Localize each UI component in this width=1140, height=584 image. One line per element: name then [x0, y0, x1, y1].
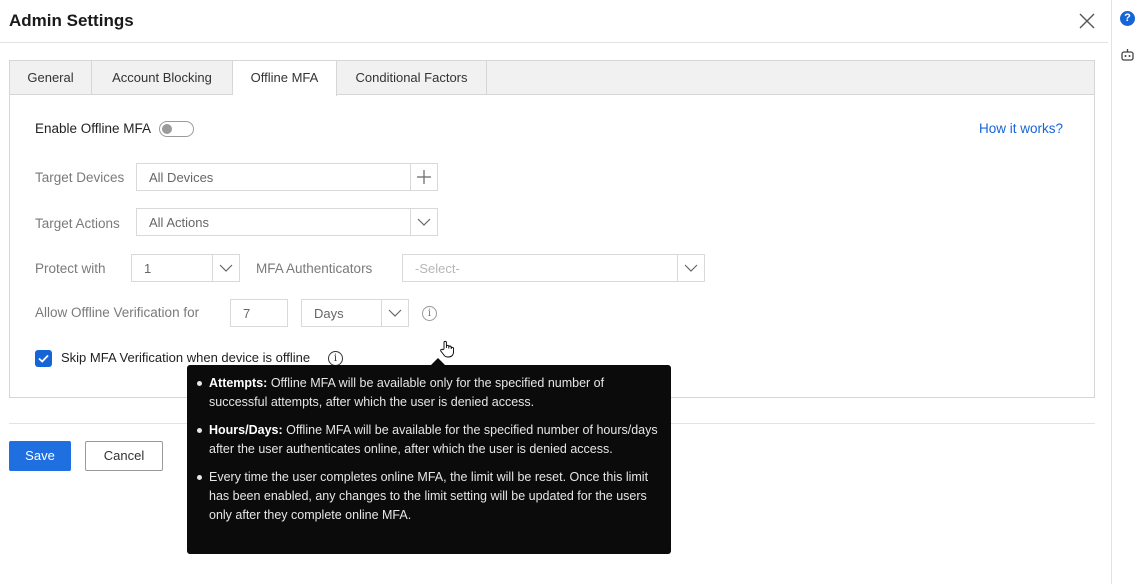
target-actions-select[interactable]: All Actions: [136, 208, 438, 236]
allow-offline-verification-label: Allow Offline Verification for: [35, 305, 200, 320]
target-devices-value: All Devices: [149, 170, 214, 185]
chevron-down-icon: [219, 264, 233, 272]
allow-offline-unit-select[interactable]: Days: [301, 299, 409, 327]
dialog-header: Admin Settings: [0, 0, 1108, 43]
info-icon[interactable]: i: [422, 306, 437, 321]
mfa-authenticators-dropdown-button[interactable]: [677, 255, 704, 281]
mfa-authenticators-select[interactable]: -Select-: [402, 254, 705, 282]
mfa-authenticators-label: MFA Authenticators: [256, 261, 373, 276]
skip-mfa-label: Skip MFA Verification when device is off…: [61, 350, 311, 365]
tooltip-item-attempts: Attempts: Offline MFA will be available …: [197, 374, 659, 412]
add-device-button[interactable]: [410, 164, 437, 190]
protect-with-value: 1: [144, 261, 152, 276]
how-it-works-link[interactable]: How it works?: [979, 121, 1063, 136]
target-actions-value: All Actions: [149, 215, 209, 230]
hand-cursor-icon: [440, 340, 454, 358]
allow-offline-unit-value: Days: [314, 306, 344, 321]
tooltip-arrow: [431, 358, 445, 365]
target-devices-field[interactable]: All Devices: [136, 163, 438, 191]
check-icon: [38, 354, 49, 363]
info-icon[interactable]: i: [328, 351, 343, 366]
cancel-button[interactable]: Cancel: [85, 441, 163, 471]
protect-with-label: Protect with: [35, 261, 106, 276]
enable-offline-mfa-label: Enable Offline MFA: [35, 121, 152, 136]
allow-offline-count-input[interactable]: 7: [230, 299, 288, 327]
tab-account-blocking[interactable]: Account Blocking: [92, 61, 233, 95]
tab-offline-mfa[interactable]: Offline MFA: [233, 61, 337, 96]
mfa-authenticators-placeholder: -Select-: [415, 261, 460, 276]
chevron-down-icon: [417, 218, 431, 226]
tooltip-item-reset: Every time the user completes online MFA…: [197, 468, 659, 525]
target-actions-label: Target Actions: [35, 216, 120, 231]
target-actions-dropdown-button[interactable]: [410, 209, 437, 235]
chevron-down-icon: [684, 264, 698, 272]
tooltip-item-hours-days: Hours/Days: Offline MFA will be availabl…: [197, 421, 659, 459]
bot-icon[interactable]: [1120, 47, 1135, 62]
protect-with-select[interactable]: 1: [131, 254, 240, 282]
help-icon[interactable]: ?: [1120, 11, 1135, 26]
allow-offline-unit-dropdown-button[interactable]: [381, 300, 408, 326]
tab-bar: General Account Blocking Offline MFA Con…: [10, 61, 1094, 96]
info-tooltip: Attempts: Offline MFA will be available …: [187, 358, 671, 554]
chevron-down-icon: [388, 309, 402, 317]
allow-offline-count-value: 7: [243, 306, 251, 321]
right-rail: ?: [1111, 0, 1140, 584]
toggle-knob: [162, 124, 172, 134]
skip-mfa-checkbox[interactable]: [35, 350, 52, 367]
tab-conditional-factors[interactable]: Conditional Factors: [337, 61, 487, 95]
save-button[interactable]: Save: [9, 441, 71, 471]
plus-icon: [417, 170, 431, 184]
tab-general[interactable]: General: [10, 61, 92, 95]
enable-offline-mfa-toggle[interactable]: [159, 121, 194, 137]
protect-with-dropdown-button[interactable]: [212, 255, 239, 281]
target-devices-label: Target Devices: [35, 170, 125, 185]
settings-panel: General Account Blocking Offline MFA Con…: [9, 60, 1095, 398]
close-icon[interactable]: [1077, 11, 1097, 31]
page-title: Admin Settings: [9, 11, 134, 30]
